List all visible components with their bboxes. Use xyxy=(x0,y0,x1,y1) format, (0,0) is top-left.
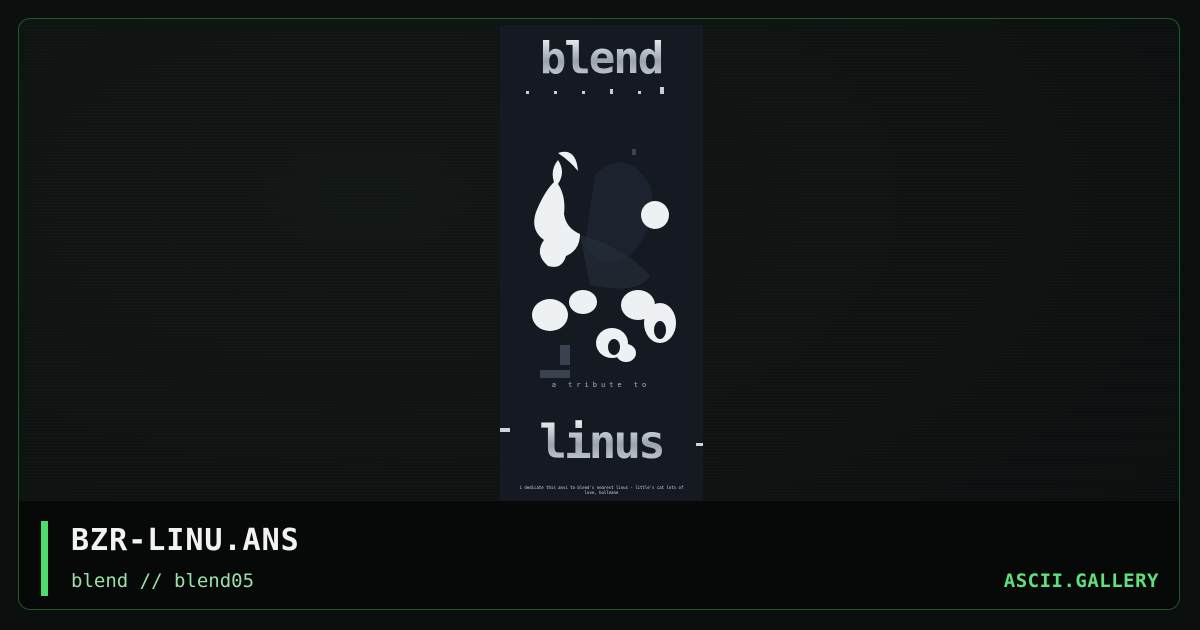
ansi-artwork-preview[interactable]: blend a tribute to linus i dedicate this… xyxy=(500,25,703,501)
site-brand[interactable]: ASCII.GALLERY xyxy=(1004,569,1159,593)
preview-card: blend a tribute to linus i dedicate this… xyxy=(18,18,1180,610)
file-title: BZR-LINU.ANS xyxy=(71,523,300,558)
info-footer: BZR-LINU.ANS blend // blend05 ASCII.GALL… xyxy=(19,501,1179,609)
artwork-tagline: a tribute to xyxy=(552,381,651,389)
artwork-logo: blend xyxy=(540,33,662,84)
artwork-dedication: i dedicate this ansi to blend's nearest … xyxy=(519,485,684,495)
accent-bar xyxy=(41,521,48,596)
artwork-image: blend a tribute to linus i dedicate this… xyxy=(500,25,703,501)
artwork-name: linus xyxy=(539,415,662,469)
artist-group-line: blend // blend05 xyxy=(71,570,255,592)
